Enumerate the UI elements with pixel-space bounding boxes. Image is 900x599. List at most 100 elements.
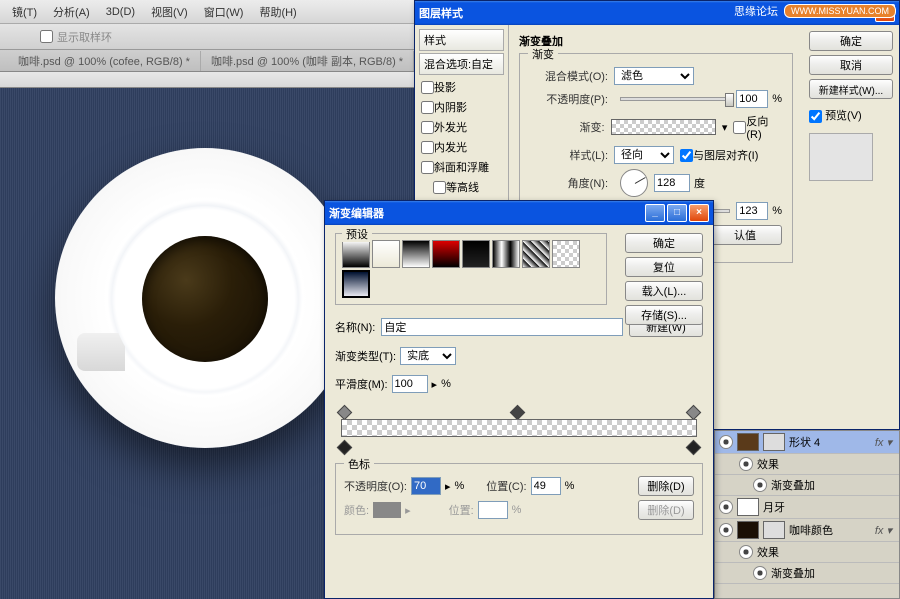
effect-contour[interactable]: 等高线: [419, 177, 504, 197]
color-stop[interactable]: [337, 440, 353, 456]
preset-swatch[interactable]: [462, 240, 490, 268]
preset-swatch-selected[interactable]: [342, 270, 370, 298]
effect-inner-shadow[interactable]: 内阴影: [419, 97, 504, 117]
opacity-input[interactable]: [736, 90, 768, 108]
layer-thumb[interactable]: [737, 498, 759, 516]
styles-header[interactable]: 样式: [419, 29, 504, 51]
preview-checkbox[interactable]: [809, 110, 822, 123]
layer-grad-overlay-2[interactable]: 渐变叠加: [715, 563, 899, 584]
minimize-icon[interactable]: _: [645, 204, 665, 222]
visibility-icon[interactable]: [739, 545, 753, 559]
outer-glow-checkbox[interactable]: [421, 121, 434, 134]
menu-help[interactable]: 帮助(H): [259, 4, 296, 20]
stop-opacity-label: 不透明度(O):: [344, 478, 407, 494]
menu-window[interactable]: 窗口(W): [204, 4, 244, 20]
visibility-icon[interactable]: [753, 566, 767, 580]
stop-color-chip[interactable]: [373, 502, 401, 518]
layer-coffee-color[interactable]: 咖啡颜色 fx ▾: [715, 519, 899, 542]
preset-swatch[interactable]: [402, 240, 430, 268]
preset-swatch[interactable]: [432, 240, 460, 268]
ge-reset-button[interactable]: 复位: [625, 257, 703, 277]
opacity-stop[interactable]: [686, 405, 702, 421]
opacity-slider[interactable]: [620, 97, 730, 101]
mask-thumb[interactable]: [763, 433, 785, 451]
mask-thumb[interactable]: [763, 521, 785, 539]
preset-swatch[interactable]: [372, 240, 400, 268]
gradient-preview[interactable]: [611, 119, 716, 135]
blend-mode-select[interactable]: 滤色: [614, 67, 694, 85]
style-select[interactable]: 径向: [614, 146, 674, 164]
preset-swatch[interactable]: [552, 240, 580, 268]
preset-swatch[interactable]: [522, 240, 550, 268]
menu-analysis[interactable]: 分析(A): [53, 4, 90, 20]
visibility-icon[interactable]: [719, 435, 733, 449]
tab-1[interactable]: 咖啡.psd @ 100% (cofee, RGB/8) *: [8, 51, 201, 71]
grad-type-select[interactable]: 实底: [400, 347, 456, 365]
name-input[interactable]: [381, 318, 623, 336]
opacity-stop[interactable]: [337, 405, 353, 421]
smoothness-input[interactable]: [392, 375, 428, 393]
gradient-bar[interactable]: [335, 407, 703, 453]
layer-crescent[interactable]: 月牙: [715, 496, 899, 519]
preset-swatch[interactable]: [492, 240, 520, 268]
bevel-checkbox[interactable]: [421, 161, 434, 174]
layer-effects[interactable]: 效果: [715, 454, 899, 475]
layer-thumb[interactable]: [737, 521, 759, 539]
effect-bevel[interactable]: 斜面和浮雕: [419, 157, 504, 177]
maximize-icon[interactable]: □: [667, 204, 687, 222]
effect-outer-glow[interactable]: 外发光: [419, 117, 504, 137]
preset-swatch[interactable]: [342, 240, 370, 268]
effect-inner-glow[interactable]: 内发光: [419, 137, 504, 157]
stop-opacity-input[interactable]: [411, 477, 441, 495]
stop-location-input[interactable]: [531, 477, 561, 495]
reverse-checkbox[interactable]: [733, 121, 746, 134]
presets-box: 预设: [335, 233, 607, 305]
effect-drop-shadow[interactable]: 投影: [419, 77, 504, 97]
visibility-icon[interactable]: [753, 478, 767, 492]
tab-2[interactable]: 咖啡.psd @ 100% (咖啡 副本, RGB/8) *: [201, 51, 414, 71]
stop-opacity-dropdown-icon[interactable]: ▸: [445, 480, 451, 493]
visibility-icon[interactable]: [719, 523, 733, 537]
layer-grad-overlay[interactable]: 渐变叠加: [715, 475, 899, 496]
watermark-text: 思缘论坛: [734, 3, 778, 19]
menu-filter[interactable]: 镜(T): [12, 4, 37, 20]
name-label: 名称(N):: [335, 319, 375, 335]
angle-dial[interactable]: [620, 169, 648, 197]
inner-glow-checkbox[interactable]: [421, 141, 434, 154]
blend-options-header[interactable]: 混合选项:自定: [419, 53, 504, 75]
gradient-editor-titlebar[interactable]: 渐变编辑器 _ □ ×: [325, 201, 713, 225]
default-button[interactable]: 认值: [708, 225, 782, 245]
ge-save-button[interactable]: 存储(S)...: [625, 305, 703, 325]
close-icon[interactable]: ×: [689, 204, 709, 222]
smoothness-dropdown-icon[interactable]: ▸: [432, 378, 438, 391]
visibility-icon[interactable]: [739, 457, 753, 471]
effects-label: 效果: [757, 544, 779, 560]
fx-badge[interactable]: fx ▾: [872, 436, 895, 449]
layer-effects-2[interactable]: 效果: [715, 542, 899, 563]
drop-shadow-checkbox[interactable]: [421, 81, 434, 94]
stops-title: 色标: [344, 456, 374, 472]
layer-thumb[interactable]: [737, 433, 759, 451]
ge-load-button[interactable]: 载入(L)...: [625, 281, 703, 301]
ok-button[interactable]: 确定: [809, 31, 893, 51]
gradient-dropdown-icon[interactable]: ▾: [722, 121, 728, 134]
visibility-icon[interactable]: [719, 500, 733, 514]
contour-checkbox[interactable]: [433, 181, 446, 194]
menu-view[interactable]: 视图(V): [151, 4, 188, 20]
sample-ring-checkbox[interactable]: [40, 30, 53, 43]
ge-ok-button[interactable]: 确定: [625, 233, 703, 253]
opacity-stop[interactable]: [509, 405, 525, 421]
gradient-label: 渐变:: [530, 119, 605, 135]
gradient-overlay-heading: 渐变叠加: [519, 33, 793, 49]
color-stop[interactable]: [686, 440, 702, 456]
new-style-button[interactable]: 新建样式(W)...: [809, 79, 893, 99]
menu-3d[interactable]: 3D(D): [106, 6, 135, 18]
layer-shape4[interactable]: 形状 4 fx ▾: [715, 431, 899, 454]
align-checkbox[interactable]: [680, 149, 693, 162]
cancel-button[interactable]: 取消: [809, 55, 893, 75]
inner-shadow-checkbox[interactable]: [421, 101, 434, 114]
angle-input[interactable]: [654, 174, 690, 192]
delete-stop-button[interactable]: 删除(D): [638, 476, 694, 496]
fx-badge[interactable]: fx ▾: [872, 524, 895, 537]
scale-input[interactable]: [736, 202, 768, 220]
